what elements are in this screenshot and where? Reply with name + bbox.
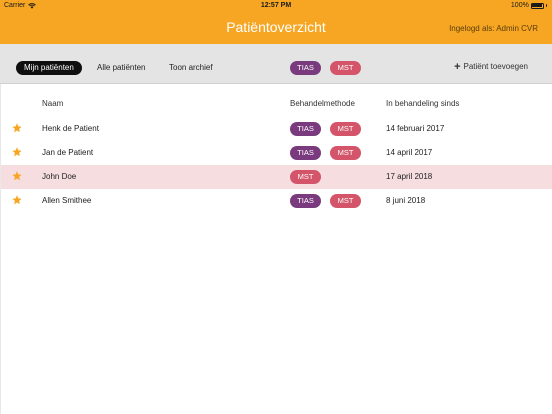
tab-mijn-patienten[interactable]: Mijn patiënten — [16, 61, 82, 75]
method-badges: MST — [290, 170, 321, 184]
method-badge-mst: MST — [330, 122, 361, 136]
table-row-selected[interactable]: John Doe MST 17 april 2018 — [0, 165, 552, 189]
treatment-since-date: 14 april 2017 — [386, 148, 433, 157]
method-badge-mst: MST — [330, 194, 361, 208]
treatment-since-date: 8 juni 2018 — [386, 196, 426, 205]
method-badge-tias: TIAS — [290, 194, 321, 208]
plus-icon: + — [454, 60, 461, 73]
method-badge-mst: MST — [330, 146, 361, 160]
status-bar: Carrier 12:57 PM 100% — [0, 0, 552, 12]
add-patient-button[interactable]: + Patiënt toevoegen — [454, 60, 529, 73]
star-icon[interactable] — [12, 171, 22, 181]
tab-alle-patienten[interactable]: Alle patiënten — [89, 61, 153, 75]
patient-name: Allen Smithee — [42, 196, 92, 205]
star-icon[interactable] — [12, 147, 22, 157]
app-header: Carrier 12:57 PM 100% Patiëntoverzicht I… — [0, 0, 552, 44]
battery-icon — [530, 2, 544, 9]
tab-toon-archief[interactable]: Toon archief — [161, 61, 221, 75]
filter-mst-button[interactable]: MST — [330, 61, 361, 75]
column-header-behandelmethode: Behandelmethode — [290, 99, 355, 108]
patient-name: John Doe — [42, 172, 77, 181]
battery-tip — [545, 4, 547, 7]
logged-in-label: Ingelogd als: Admin CVR — [449, 24, 538, 33]
add-patient-label: Patiënt toevoegen — [463, 62, 529, 71]
column-header-in-behandeling-sinds: In behandeling sinds — [386, 99, 460, 108]
patient-name: Henk de Patient — [42, 124, 99, 133]
star-icon[interactable] — [12, 195, 22, 205]
toolbar: Mijn patiënten Alle patiënten Toon archi… — [0, 44, 552, 84]
method-badges: TIAS MST — [290, 194, 361, 208]
battery-percentage: 100% — [510, 2, 529, 9]
status-time: 12:57 PM — [260, 2, 292, 9]
star-icon[interactable] — [12, 123, 22, 133]
method-badges: TIAS MST — [290, 146, 361, 160]
table-row[interactable]: Allen Smithee TIAS MST 8 juni 2018 — [0, 189, 552, 213]
method-badge-mst: MST — [290, 170, 321, 184]
patient-name: Jan de Patient — [42, 148, 94, 157]
table-row[interactable]: Henk de Patient TIAS MST 14 februari 201… — [0, 117, 552, 141]
battery-indicator: 100% — [511, 2, 547, 9]
method-badge-tias: TIAS — [290, 122, 321, 136]
method-badge-tias: TIAS — [290, 146, 321, 160]
filter-tias-button[interactable]: TIAS — [290, 61, 321, 75]
treatment-since-date: 14 februari 2017 — [386, 124, 445, 133]
left-divider — [0, 84, 1, 414]
treatment-since-date: 17 april 2018 — [386, 172, 433, 181]
column-header-naam: Naam — [42, 99, 64, 108]
method-badges: TIAS MST — [290, 122, 361, 136]
table-row[interactable]: Jan de Patient TIAS MST 14 april 2017 — [0, 141, 552, 165]
